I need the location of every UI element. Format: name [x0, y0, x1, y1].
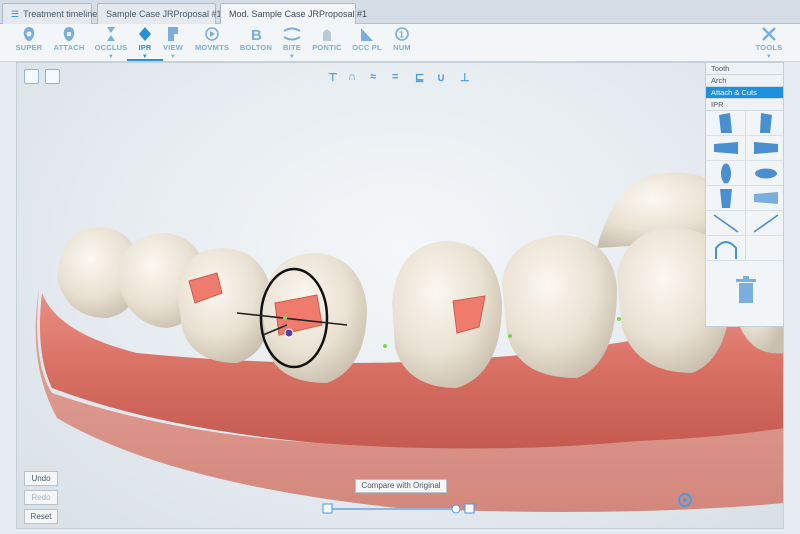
tab-sample-case[interactable]: Sample Case JRProposal #1: [97, 3, 222, 24]
tool-label: SUPER: [15, 43, 43, 52]
panel-tab-tooth[interactable]: Tooth: [706, 63, 783, 75]
contact-point: [283, 316, 287, 320]
cut-line-diagonal-up[interactable]: [746, 211, 783, 236]
redo-button[interactable]: Redo: [24, 490, 58, 505]
pontic-icon: [323, 29, 331, 41]
bolton-icon: B: [251, 27, 262, 42]
dropdown-caret-icon: ▼: [169, 54, 177, 60]
tooth-premolar-1: [177, 248, 272, 363]
pivot-point[interactable]: [284, 328, 294, 338]
shape-ellipse-vertical[interactable]: [706, 161, 746, 186]
tab-bar: ☰ Treatment timeline Sample Case JRPropos…: [0, 0, 800, 25]
tab-label: Treatment timeline: [23, 9, 98, 19]
tooth-canine: [392, 241, 502, 388]
numbering-icon: 1: [395, 27, 409, 41]
attach-icon: [63, 27, 75, 41]
reset-button[interactable]: Reset: [24, 509, 58, 524]
shape-bevel-horizontal[interactable]: [746, 186, 783, 211]
tool-attach[interactable]: ATTACH: [46, 26, 92, 52]
tool-label: VIEW: [163, 43, 183, 52]
cut-line-diagonal-down[interactable]: [706, 211, 746, 236]
tool-label: ATTACH: [53, 43, 85, 52]
view-bracket-icon[interactable]: ⊑: [415, 71, 424, 84]
tool-label: BITE: [283, 43, 301, 52]
split-view-button[interactable]: [24, 69, 39, 84]
cut-arch-shape[interactable]: [706, 236, 746, 261]
view-arch-icon[interactable]: ∩: [348, 71, 356, 83]
dental-model[interactable]: [17, 63, 784, 529]
tool-num[interactable]: 1 NUM: [379, 26, 425, 52]
tab-label: Mod. Sample Case JRProposal #1: [229, 9, 368, 19]
tool-label: OCC PL: [352, 43, 382, 52]
tool-label: PONTIC: [312, 43, 342, 52]
view-base-icon[interactable]: ⊥: [460, 71, 470, 84]
tool-tools[interactable]: TOOLS ▼: [746, 26, 792, 60]
tool-label: BOLTON: [239, 43, 273, 52]
occlusal-plane-icon: [361, 28, 373, 41]
panel-tab-ipr[interactable]: IPR: [706, 99, 783, 111]
tool-label: NUM: [393, 43, 411, 52]
dropdown-caret-icon: ▼: [288, 54, 296, 60]
panel-tab-attach-cuts[interactable]: Attach & Cuts: [706, 87, 783, 99]
dropdown-caret-icon: ▼: [765, 54, 773, 60]
tool-label: MOVMTS: [194, 43, 230, 52]
slider-thumb[interactable]: [451, 504, 461, 514]
multi-view-button[interactable]: [45, 69, 60, 84]
panel-tab-arch[interactable]: Arch: [706, 75, 783, 87]
slider-minus-button[interactable]: [322, 503, 333, 514]
tool-movmts[interactable]: MOVMTS: [189, 26, 235, 52]
contact-point: [508, 334, 512, 338]
shape-ellipse-horizontal[interactable]: [746, 161, 783, 186]
shape-bevel-vertical[interactable]: [706, 186, 746, 211]
view-icon: [168, 27, 178, 41]
compare-with-original-button[interactable]: Compare with Original: [355, 479, 447, 493]
timeline-icon: ☰: [11, 9, 20, 19]
tooth-incisor-1: [502, 235, 617, 378]
toolbar: SUPER ATTACH OCCLUS ▼ IPR ▼ VIEW ▼ MOVMT…: [0, 24, 800, 62]
tab-mod-sample-case[interactable]: Mod. Sample Case JRProposal #1: [220, 3, 367, 25]
view-symbol-icon[interactable]: ⊤: [328, 71, 338, 84]
svg-text:B: B: [251, 27, 262, 42]
shape-rect-vertical-right[interactable]: [746, 111, 783, 136]
3d-viewport[interactable]: ⊤ ∩ ≈ = ⊑ ∪ ⊥ Tooth Arch Attach & Cuts I…: [16, 62, 784, 529]
bite-icon: [283, 27, 301, 41]
delete-attachment-button[interactable]: [706, 261, 783, 327]
occlusion-icon: [107, 27, 115, 41]
view-u-icon[interactable]: ∪: [437, 71, 445, 84]
contact-point: [617, 317, 621, 321]
contact-point: [383, 344, 387, 348]
shape-rect-vertical-left[interactable]: [706, 111, 746, 136]
svg-text:1: 1: [399, 30, 404, 40]
side-panel: Tooth Arch Attach & Cuts IPR: [705, 63, 783, 327]
tab-label: Sample Case JRProposal #1: [106, 9, 222, 19]
view-wave-icon[interactable]: ≈: [370, 71, 376, 83]
super-icon: [23, 27, 35, 41]
trash-icon: [736, 276, 756, 303]
empty-cell: [746, 236, 783, 261]
tools-icon: [762, 27, 776, 41]
shape-rect-horizontal-left[interactable]: [706, 136, 746, 161]
undo-button[interactable]: Undo: [24, 471, 58, 486]
slider-plus-button[interactable]: [464, 503, 475, 514]
tool-label: TOOLS: [755, 43, 783, 52]
movements-icon: [205, 27, 219, 41]
shape-rect-horizontal-right[interactable]: [746, 136, 783, 161]
view-equal-icon[interactable]: =: [392, 71, 398, 83]
tab-treatment-timeline[interactable]: ☰ Treatment timeline: [2, 3, 97, 24]
